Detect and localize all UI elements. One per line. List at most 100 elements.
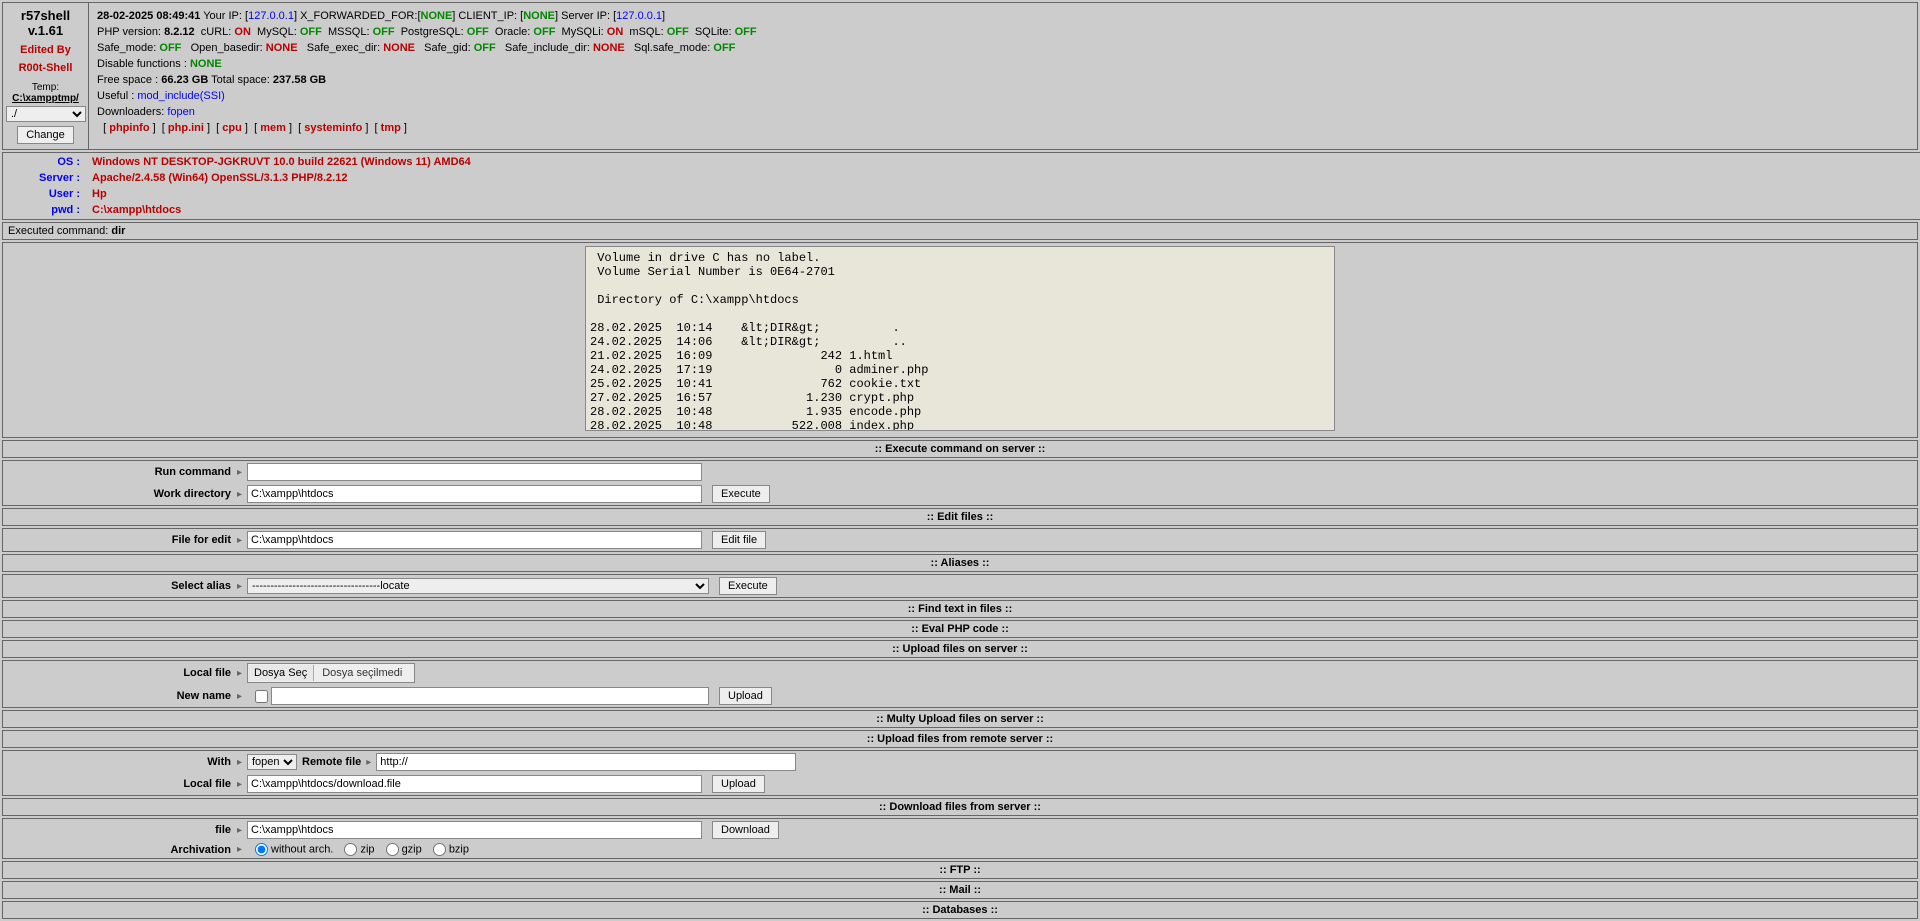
link-ssi[interactable]: mod_include(SSI) — [137, 90, 224, 102]
section-aliases: :: Aliases :: — [2, 554, 1918, 572]
chevron-right-icon: ▸ — [237, 467, 247, 478]
temp-path: C:\xampptmp/ — [6, 93, 85, 104]
your-ip[interactable]: 127.0.0.1 — [248, 10, 294, 22]
execute-button[interactable]: Execute — [712, 485, 770, 503]
chevron-right-icon: ▸ — [237, 668, 247, 679]
change-button[interactable]: Change — [17, 126, 74, 144]
xfwd-label: X_FORWARDED_FOR: — [300, 10, 417, 22]
chevron-right-icon: ▸ — [237, 535, 247, 546]
pwd-value: C:\xampp\htdocs — [87, 203, 1919, 217]
file-choose-button[interactable]: Dosya Seç — [248, 665, 314, 681]
file-choose-text: Dosya seçilmedi — [314, 665, 414, 681]
link-phpinfo[interactable]: phpinfo — [109, 122, 149, 134]
user-label: User : — [5, 187, 85, 201]
with-select[interactable]: fopen — [247, 754, 297, 770]
arch-none-radio[interactable] — [255, 843, 268, 856]
section-upload: :: Upload files on server :: — [2, 640, 1918, 658]
remote-url-input[interactable] — [376, 753, 796, 771]
exec-label: Executed command: — [8, 225, 108, 237]
section-download: :: Download files from server :: — [2, 798, 1918, 816]
upload-button[interactable]: Upload — [719, 687, 772, 705]
run-command-label: Run command — [5, 466, 237, 478]
new-name-checkbox[interactable] — [255, 690, 268, 703]
run-command-input[interactable] — [247, 463, 702, 481]
chevron-right-icon: ▸ — [237, 489, 247, 500]
os-value: Windows NT DESKTOP-JGKRUVT 10.0 build 22… — [87, 155, 1919, 169]
section-remote: :: Upload files from remote server :: — [2, 730, 1918, 748]
server-value: Apache/2.4.58 (Win64) OpenSSL/3.1.3 PHP/… — [87, 171, 1919, 185]
section-edit: :: Edit files :: — [2, 508, 1918, 526]
shell-version: v.1.61 — [6, 23, 85, 38]
link-phpini[interactable]: php.ini — [168, 122, 204, 134]
section-evalphp[interactable]: :: Eval PHP code :: — [2, 620, 1918, 638]
link-systeminfo[interactable]: systeminfo — [304, 122, 362, 134]
link-cpu[interactable]: cpu — [222, 122, 242, 134]
link-tmp[interactable]: tmp — [381, 122, 401, 134]
datetime: 28-02-2025 08:49:41 — [97, 10, 200, 22]
shell-title: r57shell — [6, 8, 85, 23]
client-ip-label: CLIENT_IP: — [458, 10, 517, 22]
path-select[interactable]: ./ — [6, 106, 86, 122]
chevron-right-icon: ▸ — [237, 825, 247, 836]
section-multy[interactable]: :: Multy Upload files on server :: — [2, 710, 1918, 728]
file-edit-label: File for edit — [5, 534, 237, 546]
arch-gzip-radio[interactable] — [386, 843, 399, 856]
section-databases[interactable]: :: Databases :: — [2, 901, 1918, 919]
php-ver: 8.2.12 — [164, 26, 195, 38]
local-file-remote-label: Local file — [5, 778, 237, 790]
section-ftp[interactable]: :: FTP :: — [2, 861, 1918, 879]
info-panel: 28-02-2025 08:49:41 Your IP: [127.0.0.1]… — [89, 3, 1917, 149]
chevron-right-icon: ▸ — [237, 581, 247, 592]
select-alias-label: Select alias — [5, 580, 237, 592]
server-ip-label: Server IP: — [561, 10, 610, 22]
user-value: Hp — [87, 187, 1919, 201]
server-label: Server : — [5, 171, 85, 185]
local-file-remote-input[interactable] — [247, 775, 702, 793]
work-dir-input[interactable] — [247, 485, 702, 503]
xfwd-value: NONE — [421, 10, 453, 22]
work-dir-label: Work directory — [5, 488, 237, 500]
chevron-right-icon: ▸ — [237, 844, 247, 855]
file-edit-input[interactable] — [247, 531, 702, 549]
new-name-label: New name — [5, 690, 237, 702]
remote-file-label: Remote file — [297, 756, 366, 768]
alias-select[interactable]: -----------------------------------locat… — [247, 578, 709, 594]
server-ip[interactable]: 127.0.0.1 — [616, 10, 662, 22]
section-mail[interactable]: :: Mail :: — [2, 881, 1918, 899]
chevron-right-icon: ▸ — [366, 757, 376, 768]
header-container: r57shell v.1.61 Edited By R00t-Shell Tem… — [2, 2, 1918, 150]
os-label: OS : — [5, 155, 85, 169]
php-ver-label: PHP version: — [97, 26, 161, 38]
exec-cmd: dir — [111, 225, 125, 237]
edited-by: Edited By — [6, 44, 85, 56]
chevron-right-icon: ▸ — [237, 757, 247, 768]
remote-upload-button[interactable]: Upload — [712, 775, 765, 793]
your-ip-label: Your IP: — [203, 10, 242, 22]
link-mem[interactable]: mem — [260, 122, 286, 134]
edit-file-button[interactable]: Edit file — [712, 531, 766, 549]
download-button[interactable]: Download — [712, 821, 779, 839]
chevron-right-icon: ▸ — [237, 691, 247, 702]
new-name-input[interactable] — [271, 687, 709, 705]
link-fopen[interactable]: fopen — [167, 106, 195, 118]
output-wrap — [2, 242, 1918, 438]
arch-zip-radio[interactable] — [344, 843, 357, 856]
download-file-label: file — [5, 824, 237, 836]
with-label: With — [5, 756, 237, 768]
temp-label: Temp: — [6, 82, 85, 93]
chevron-right-icon: ▸ — [237, 779, 247, 790]
section-findtext[interactable]: :: Find text in files :: — [2, 600, 1918, 618]
sysinfo-table: OS :Windows NT DESKTOP-JGKRUVT 10.0 buil… — [2, 152, 1920, 220]
local-file-label: Local file — [5, 667, 237, 679]
section-execute: :: Execute command on server :: — [2, 440, 1918, 458]
command-output[interactable] — [585, 246, 1335, 431]
arch-bzip-radio[interactable] — [433, 843, 446, 856]
left-panel: r57shell v.1.61 Edited By R00t-Shell Tem… — [3, 3, 89, 149]
editor-name: R00t-Shell — [6, 62, 85, 74]
archivation-label: Archivation — [5, 844, 237, 856]
download-file-input[interactable] — [247, 821, 702, 839]
exec-bar: Executed command: dir — [2, 222, 1918, 240]
alias-execute-button[interactable]: Execute — [719, 577, 777, 595]
client-ip: NONE — [523, 10, 555, 22]
file-input[interactable]: Dosya Seç Dosya seçilmedi — [247, 663, 415, 683]
